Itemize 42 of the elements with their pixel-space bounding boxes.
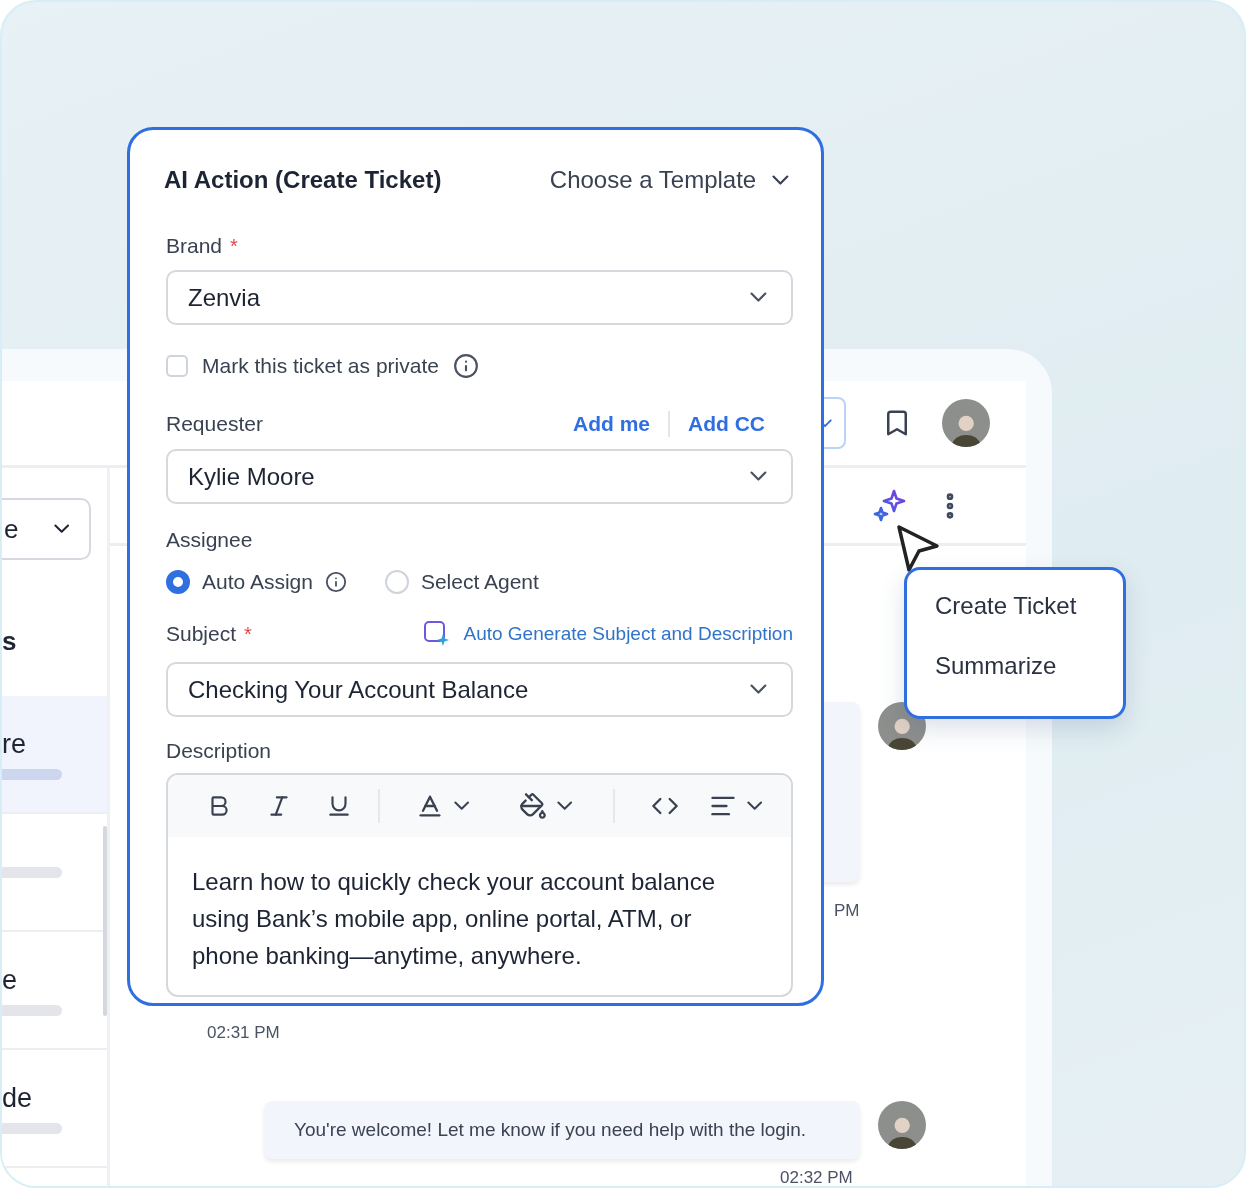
- info-icon[interactable]: [324, 571, 347, 593]
- field-label: Brand: [166, 234, 223, 258]
- chat-message: You're welcome! Let me know if you need help with the login.: [264, 1101, 860, 1159]
- link[interactable]: Add CC: [688, 412, 765, 436]
- checkbox[interactable]: [166, 355, 188, 377]
- description-text: Learn how to quickly check your account balance using Bank’s mobile app, online portal, ATM, or phone banking—anytime, anywhere.: [192, 867, 716, 971]
- menu-item[interactable]: Create Ticket: [935, 588, 1123, 624]
- timestamp: 02:32 PM: [780, 1168, 853, 1186]
- link[interactable]: Add me: [573, 412, 650, 436]
- avatar: [942, 399, 990, 447]
- sparkle-icon[interactable]: [872, 488, 906, 523]
- field-label: Description: [166, 739, 272, 763]
- radio-label: Select Agent: [420, 570, 539, 594]
- dialog-title: AI Action (Create Ticket): [164, 166, 442, 194]
- item-title: de: [2, 1082, 34, 1113]
- field-label: Subject: [166, 622, 237, 646]
- required-mark: *: [230, 234, 238, 258]
- radio-button[interactable]: [166, 570, 190, 594]
- auto-generate-button[interactable]: Auto Generate Subject and Description: [423, 620, 793, 648]
- item-title: re: [2, 728, 27, 759]
- checkbox-label: Mark this ticket as private: [202, 354, 439, 378]
- list-item[interactable]: re: [2, 696, 107, 814]
- requester-select[interactable]: Kylie Moore: [166, 449, 793, 504]
- info-icon[interactable]: [452, 353, 479, 379]
- menu-item[interactable]: Summarize: [935, 648, 1123, 684]
- dropdown[interactable]: e: [2, 498, 91, 560]
- timestamp: 02:31 PM: [207, 1023, 280, 1043]
- item-title: e: [2, 964, 19, 995]
- radio-label: Auto Assign: [202, 570, 313, 594]
- description-editor[interactable]: Learn how to quickly check your account balance using Bank’s mobile app, online portal, ATM, or phone banking—anytime, anywhere.: [166, 773, 793, 997]
- placeholder-bar: [2, 768, 62, 780]
- timestamp: PM: [834, 901, 860, 921]
- underline-button[interactable]: [326, 793, 352, 819]
- template-select[interactable]: Choose a Template: [549, 166, 789, 194]
- paint-bucket-icon: [519, 792, 548, 820]
- required-mark: *: [244, 622, 252, 646]
- field-label: Requester: [166, 412, 263, 436]
- fill-color-button[interactable]: [519, 792, 573, 820]
- brand-select[interactable]: Zenvia: [166, 270, 793, 325]
- list-heading: s: [2, 626, 18, 656]
- subject-select[interactable]: Checking Your Account Balance: [166, 662, 793, 717]
- field-label: Assignee: [166, 528, 253, 552]
